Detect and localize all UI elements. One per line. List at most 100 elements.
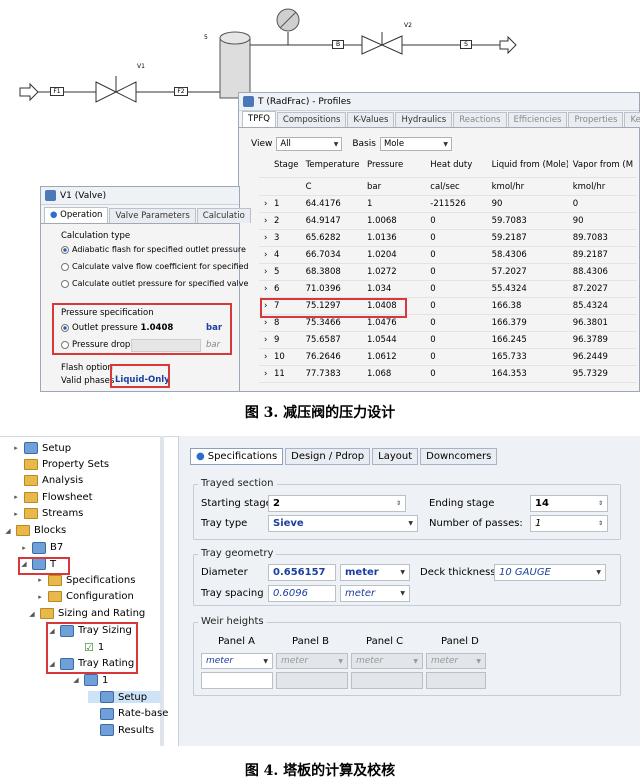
tab-key[interactable]: Key (624, 112, 640, 127)
expand-toggle-icon[interactable]: ◢ (72, 676, 80, 684)
tree-item[interactable]: Setup (88, 691, 162, 703)
grid-cell[interactable]: 1.068 (362, 369, 425, 379)
tree-item[interactable]: ◢ 1 (72, 674, 108, 687)
grid-cell[interactable]: 89.2187 (568, 250, 637, 260)
stream-label-b[interactable]: B (332, 40, 344, 49)
tab-properties[interactable]: Properties (568, 112, 624, 127)
grid-cell[interactable]: 1.0136 (362, 233, 425, 243)
tree-item[interactable]: ▸ Streams (12, 508, 83, 520)
tab-calculation[interactable]: Calculatio (196, 208, 251, 223)
spacing-unit-select[interactable]: meter ▼ (340, 585, 410, 602)
ending-stage-input[interactable]: 14 ⇕ (530, 495, 608, 512)
grid-cell[interactable]: 0 (425, 369, 486, 379)
grid-cell[interactable]: 68.3808 (301, 267, 362, 277)
tab-reactions[interactable]: Reactions (453, 112, 507, 127)
grid-cell[interactable]: 96.3789 (568, 335, 637, 345)
tab-layout[interactable]: Layout (372, 448, 419, 465)
calc-option-1[interactable]: Adiabatic flash for specified outlet pre… (61, 245, 246, 254)
grid-cell[interactable]: 166.379 (487, 318, 568, 328)
expand-toggle-icon[interactable]: ▸ (12, 493, 20, 501)
grid-cell[interactable]: 75.6587 (301, 335, 362, 345)
tree-item[interactable]: ◢ Sizing and Rating (28, 608, 145, 619)
tab-design-pdrop[interactable]: Design / Pdrop (285, 448, 371, 465)
panel-d-value-input[interactable] (426, 672, 486, 689)
grid-cell[interactable]: 11 (269, 369, 301, 379)
grid-cell[interactable]: 1.0272 (362, 267, 425, 277)
tree-item[interactable]: ◢ Blocks (4, 525, 66, 536)
tree-item[interactable]: Analysis (12, 475, 83, 487)
grid-cell[interactable]: 8 (269, 318, 301, 328)
grid-cell[interactable]: 66.7034 (301, 250, 362, 260)
valve-label-v1[interactable]: V1 (137, 63, 145, 70)
grid-cell[interactable]: 85.4324 (568, 301, 637, 311)
grid-cell[interactable]: 88.4306 (568, 267, 637, 277)
tree-item[interactable]: Results (88, 724, 154, 737)
row-expand-icon[interactable]: › (259, 284, 269, 294)
grid-cell[interactable]: 59.7083 (487, 216, 568, 226)
tab-valve-parameters[interactable]: Valve Parameters (109, 208, 196, 223)
tree-item[interactable]: ▸ Setup (12, 442, 71, 454)
panel-b-unit-select[interactable]: meter ▼ (276, 653, 348, 669)
grid-cell[interactable]: 75.3466 (301, 318, 362, 328)
expand-toggle-icon[interactable]: ▸ (12, 444, 20, 452)
stream-label-s[interactable]: S (460, 40, 472, 49)
panel-c-value-input[interactable] (351, 672, 423, 689)
grid-cell[interactable]: 1.0476 (362, 318, 425, 328)
expand-toggle-icon[interactable]: ▸ (36, 593, 44, 601)
grid-cell[interactable]: 1.0204 (362, 250, 425, 260)
row-expand-icon[interactable]: › (259, 369, 269, 379)
view-select[interactable]: All ▼ (276, 137, 343, 151)
starting-stage-input[interactable]: 2 ⇕ (268, 495, 406, 512)
diameter-unit-select[interactable]: meter ▼ (340, 564, 410, 581)
grid-cell[interactable]: 0 (425, 318, 486, 328)
grid-cell[interactable]: 165.733 (487, 352, 568, 362)
tree-item[interactable]: ▸ Flowsheet (12, 491, 93, 503)
grid-cell[interactable]: 3 (269, 233, 301, 243)
tree-item[interactable]: ▸ Specifications (36, 574, 135, 586)
expand-toggle-icon[interactable]: ▸ (36, 576, 44, 584)
tab-k-values[interactable]: K-Values (347, 112, 395, 127)
grid-cell[interactable]: 55.4324 (487, 284, 568, 294)
grid-cell[interactable]: 77.7383 (301, 369, 362, 379)
grid-cell[interactable]: 87.2027 (568, 284, 637, 294)
stream-label-f1[interactable]: F1 (50, 87, 64, 96)
diameter-input[interactable]: 0.656157 (268, 564, 336, 581)
grid-cell[interactable]: 1 (362, 199, 425, 209)
panel-d-unit-select[interactable]: meter ▼ (426, 653, 486, 669)
tab-downcomers[interactable]: Downcomers (420, 448, 498, 465)
grid-cell[interactable]: 0 (425, 352, 486, 362)
row-expand-icon[interactable]: › (259, 318, 269, 328)
tray-type-select[interactable]: Sieve ▼ (268, 515, 418, 532)
expand-toggle-icon[interactable]: ▸ (12, 510, 20, 518)
tray-spacing-input[interactable]: 0.6096 (268, 585, 336, 602)
tree-item[interactable]: Property Sets (12, 458, 109, 470)
tab-specifications[interactable]: ● Specifications (190, 448, 284, 465)
expand-toggle-icon[interactable]: ◢ (4, 527, 12, 535)
grid-cell[interactable]: 0 (425, 250, 486, 260)
grid-cell[interactable]: -211526 (425, 199, 486, 209)
basis-select[interactable]: Mole ▼ (379, 137, 452, 151)
grid-cell[interactable]: 0 (425, 233, 486, 243)
expand-toggle-icon[interactable]: ◢ (28, 610, 36, 618)
deck-thickness-select[interactable]: 10 GAUGE ▼ (494, 564, 606, 581)
tab-efficiencies[interactable]: Efficiencies (507, 112, 568, 127)
tab-hydraulics[interactable]: Hydraulics (395, 112, 453, 127)
grid-cell[interactable]: 10 (269, 352, 301, 362)
grid-cell[interactable]: 6 (269, 284, 301, 294)
row-expand-icon[interactable]: › (259, 199, 269, 209)
grid-cell[interactable]: 1.0612 (362, 352, 425, 362)
grid-cell[interactable]: 1.0544 (362, 335, 425, 345)
grid-cell[interactable]: 64.4176 (301, 199, 362, 209)
tab-tpfq[interactable]: TPFQ (242, 111, 276, 127)
grid-cell[interactable]: 57.2027 (487, 267, 568, 277)
grid-cell[interactable]: 0 (425, 267, 486, 277)
grid-cell[interactable]: 0 (425, 301, 486, 311)
grid-cell[interactable]: 64.9147 (301, 216, 362, 226)
panel-a-unit-select[interactable]: meter ▼ (201, 653, 273, 669)
row-expand-icon[interactable]: › (259, 250, 269, 260)
passes-input[interactable]: 1 ⇕ (530, 515, 608, 532)
grid-cell[interactable]: 96.3801 (568, 318, 637, 328)
grid-cell[interactable]: 4 (269, 250, 301, 260)
grid-cell[interactable]: 164.353 (487, 369, 568, 379)
expand-toggle-icon[interactable]: ▸ (20, 544, 28, 552)
